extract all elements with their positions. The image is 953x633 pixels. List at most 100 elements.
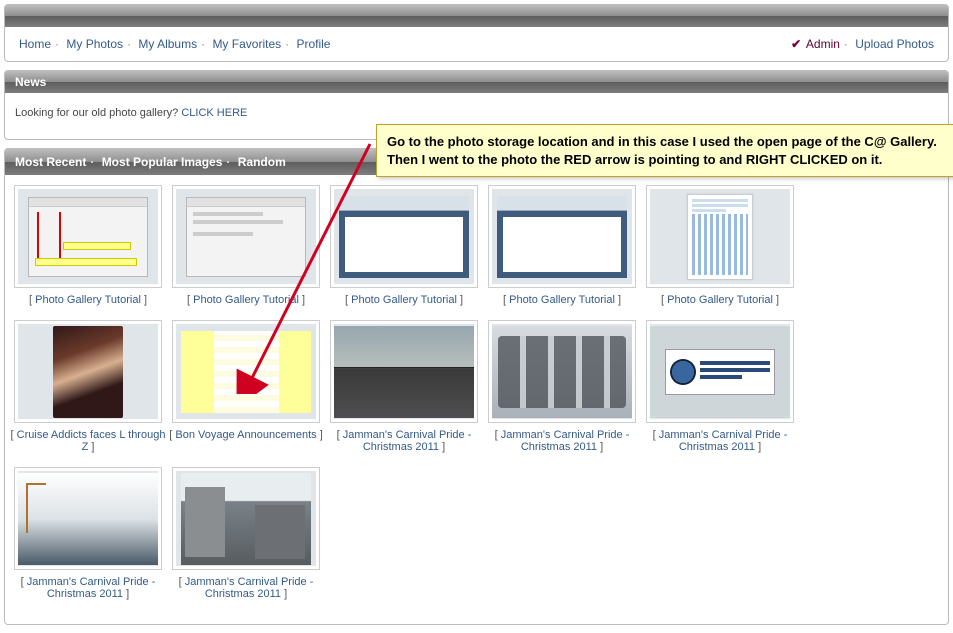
- nav-bar: Home · My Photos · My Albums · My Favorites…: [5, 27, 948, 61]
- thumbnail-caption: [ Jamman's Carnival Pride - Christmas 20…: [483, 429, 641, 453]
- thumbnail-caption-link[interactable]: Photo Gallery Tutorial: [193, 294, 299, 306]
- thumbnail-caption-link[interactable]: Jamman's Carnival Pride - Christmas 2011: [501, 429, 630, 453]
- thumbnail-image: [492, 189, 632, 284]
- thumbnail-caption: [ Jamman's Carnival Pride - Christmas 20…: [325, 429, 483, 453]
- gallery-cell: [ Jamman's Carnival Pride - Christmas 20…: [325, 320, 483, 453]
- thumbnail-caption: [ Cruise Addicts faces L through Z ]: [9, 429, 167, 453]
- thumbnail-caption-link[interactable]: Photo Gallery Tutorial: [509, 294, 615, 306]
- thumbnail-caption-link[interactable]: Photo Gallery Tutorial: [351, 294, 457, 306]
- gallery-cell: [ Photo Gallery Tutorial ]: [641, 185, 799, 306]
- nav-left: Home · My Photos · My Albums · My Favorites…: [19, 37, 330, 51]
- news-title: News: [15, 75, 46, 89]
- gallery-cell: [ Jamman's Carnival Pride - Christmas 20…: [483, 320, 641, 453]
- nav-upload-photos[interactable]: Upload Photos: [855, 37, 934, 51]
- bracket-icon: ]: [281, 588, 287, 600]
- thumbnail-2[interactable]: [330, 185, 478, 288]
- thumbnail-caption: [ Photo Gallery Tutorial ]: [9, 294, 167, 306]
- thumbnail-image: [334, 324, 474, 419]
- gallery-cell: [ Jamman's Carnival Pride - Christmas 20…: [9, 467, 167, 600]
- thumbnail-9[interactable]: [646, 320, 794, 423]
- thumbnail-image: [650, 189, 790, 284]
- thumbnail-caption-link[interactable]: Photo Gallery Tutorial: [35, 294, 141, 306]
- nav-my-photos[interactable]: My Photos: [66, 37, 123, 51]
- thumbnail-caption: [ Jamman's Carnival Pride - Christmas 20…: [9, 576, 167, 600]
- thumbnail-0[interactable]: [14, 185, 162, 288]
- bracket-icon: ]: [755, 441, 761, 453]
- bracket-icon: ]: [317, 429, 323, 441]
- thumbnail-caption: [ Jamman's Carnival Pride - Christmas 20…: [167, 576, 325, 600]
- tab-separator: ·: [90, 155, 94, 169]
- thumbnail-image: [176, 189, 316, 284]
- thumbnail-5[interactable]: [14, 320, 162, 423]
- bracket-icon: ]: [597, 441, 603, 453]
- nav-separator: ·: [55, 37, 59, 51]
- gallery-cell: [ Jamman's Carnival Pride - Christmas 20…: [167, 467, 325, 600]
- thumbnail-caption-link[interactable]: Bon Voyage Announcements: [175, 429, 316, 441]
- thumbnail-10[interactable]: [14, 467, 162, 570]
- bracket-icon: ]: [88, 441, 94, 453]
- thumbnail-image: [176, 471, 316, 566]
- annotation-callout: Go to the photo storage location and in …: [376, 124, 953, 177]
- nav-separator: ·: [201, 37, 205, 51]
- top-nav-panel: Home · My Photos · My Albums · My Favorites…: [4, 4, 949, 62]
- bracket-icon: ]: [299, 294, 305, 306]
- tab-random[interactable]: Random: [238, 155, 286, 169]
- thumbnail-7[interactable]: [330, 320, 478, 423]
- thumbnail-caption: [ Photo Gallery Tutorial ]: [167, 294, 325, 306]
- bracket-icon: ]: [439, 441, 445, 453]
- bracket-icon: ]: [615, 294, 621, 306]
- thumbnail-caption: [ Photo Gallery Tutorial ]: [483, 294, 641, 306]
- tab-most-recent[interactable]: Most Recent: [15, 155, 86, 169]
- news-header: News: [5, 71, 948, 93]
- thumbnail-3[interactable]: [488, 185, 636, 288]
- bracket-icon: ]: [773, 294, 779, 306]
- nav-admin[interactable]: Admin: [806, 37, 840, 51]
- news-text: Looking for our old photo gallery?: [15, 107, 178, 119]
- bracket-icon: ]: [123, 588, 129, 600]
- tab-most-popular[interactable]: Most Popular Images: [102, 155, 223, 169]
- gallery-cell: [ Jamman's Carnival Pride - Christmas 20…: [641, 320, 799, 453]
- thumbnail-image: [176, 324, 316, 419]
- bracket-icon: ]: [457, 294, 463, 306]
- gallery-cell: [ Cruise Addicts faces L through Z ]: [9, 320, 167, 453]
- thumbnail-8[interactable]: [488, 320, 636, 423]
- nav-profile[interactable]: Profile: [296, 37, 330, 51]
- nav-my-favorites[interactable]: My Favorites: [212, 37, 281, 51]
- thumbnail-caption: [ Jamman's Carnival Pride - Christmas 20…: [641, 429, 799, 453]
- nav-separator: ·: [285, 37, 289, 51]
- gallery-cell: [ Photo Gallery Tutorial ]: [167, 185, 325, 306]
- gallery-cell: [ Photo Gallery Tutorial ]: [9, 185, 167, 306]
- thumbnail-caption-link[interactable]: Photo Gallery Tutorial: [667, 294, 773, 306]
- nav-separator: ·: [844, 37, 848, 51]
- top-glossy-bar: [5, 5, 948, 27]
- thumbnail-image: [650, 324, 790, 419]
- gallery-panel: Most Recent· Most Popular Images· Random…: [4, 148, 949, 625]
- gallery-cell: [ Bon Voyage Announcements ]: [167, 320, 325, 453]
- gallery-cell: [ Photo Gallery Tutorial ]: [483, 185, 641, 306]
- thumbnail-caption-link[interactable]: Jamman's Carnival Pride - Christmas 2011: [659, 429, 788, 453]
- nav-my-albums[interactable]: My Albums: [138, 37, 197, 51]
- news-link-click-here[interactable]: CLICK HERE: [181, 107, 247, 119]
- gallery-tabs: Most Recent· Most Popular Images· Random: [15, 155, 286, 169]
- checkmark-icon: ✔: [791, 37, 801, 51]
- thumbnail-1[interactable]: [172, 185, 320, 288]
- thumbnail-caption: [ Bon Voyage Announcements ]: [167, 429, 325, 441]
- gallery-cell: [ Photo Gallery Tutorial ]: [325, 185, 483, 306]
- nav-separator: ·: [127, 37, 131, 51]
- nav-home[interactable]: Home: [19, 37, 51, 51]
- thumbnail-caption: [ Photo Gallery Tutorial ]: [325, 294, 483, 306]
- thumbnail-image: [334, 189, 474, 284]
- nav-right: ✔ Admin · Upload Photos: [791, 37, 934, 51]
- thumbnail-11[interactable]: [172, 467, 320, 570]
- thumbnail-caption-link[interactable]: Jamman's Carnival Pride - Christmas 2011: [185, 576, 314, 600]
- thumbnail-4[interactable]: [646, 185, 794, 288]
- thumbnail-image: [492, 324, 632, 419]
- thumbnail-image: [18, 324, 158, 419]
- thumbnail-caption-link[interactable]: Jamman's Carnival Pride - Christmas 2011: [343, 429, 472, 453]
- thumbnail-6[interactable]: [172, 320, 320, 423]
- thumbnail-caption-link[interactable]: Jamman's Carnival Pride - Christmas 2011: [27, 576, 156, 600]
- tab-separator: ·: [226, 155, 230, 169]
- bracket-icon: ]: [141, 294, 147, 306]
- thumbnail-image: [18, 189, 158, 284]
- thumbnail-image: [18, 471, 158, 566]
